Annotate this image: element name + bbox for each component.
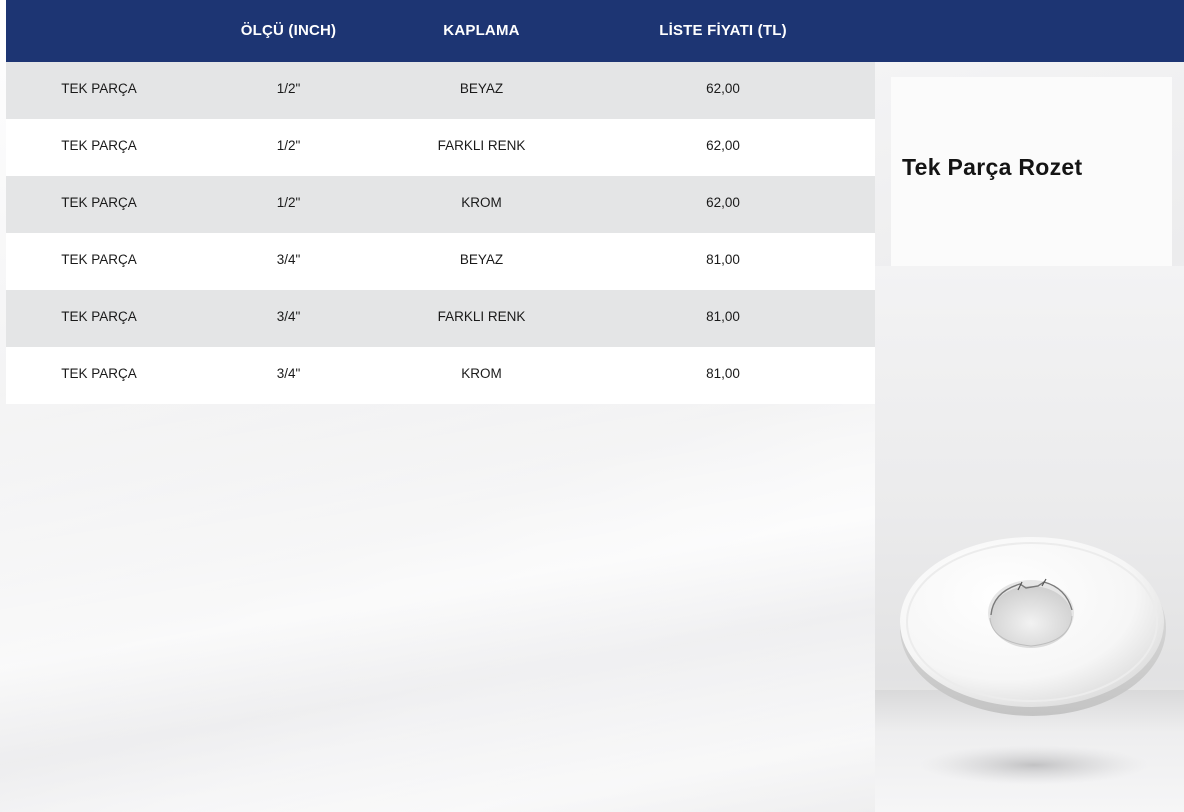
cell-size: 3/4" [276,366,301,381]
header-cell-type [6,0,192,62]
header-cell-size: ÖLÇÜ (INCH) [240,22,337,39]
cell-coating: BEYAZ [459,252,504,267]
cell-type: TEK PARÇA [61,195,137,210]
cell-coating: BEYAZ [459,81,504,96]
cell-type: TEK PARÇA [61,81,137,96]
product-title: Tek Parça Rozet [902,154,1083,180]
cell-type: TEK PARÇA [61,366,137,381]
cell-price: 81,00 [706,309,740,324]
cell-price: 81,00 [706,366,740,381]
cell-size: 3/4" [276,309,301,324]
cell-type: TEK PARÇA [61,138,137,153]
table-header: ÖLÇÜ (INCH) KAPLAMA LİSTE FİYATI (TL) [6,0,1184,62]
cell-size: 3/4" [276,252,301,267]
cell-size: 1/2" [276,195,301,210]
cell-type: TEK PARÇA [61,252,137,267]
cell-coating: FARKLI RENK [437,138,526,153]
table-row: TEK PARÇA 1/2" BEYAZ 62,00 [6,62,875,119]
header-cell-coating: KAPLAMA [443,22,520,39]
header-cell-price: LİSTE FİYATI (TL) [659,22,787,39]
cell-coating: FARKLI RENK [437,309,526,324]
table-row: TEK PARÇA 3/4" BEYAZ 81,00 [6,233,875,290]
cell-type: TEK PARÇA [61,309,137,324]
cell-price: 62,00 [706,195,740,210]
cell-price: 81,00 [706,252,740,267]
product-card: Tek Parça Rozet [891,77,1172,266]
cell-coating: KROM [461,195,502,210]
table-row: TEK PARÇA 3/4" KROM 81,00 [6,347,875,404]
cell-price: 62,00 [706,81,740,96]
cell-size: 1/2" [276,81,301,96]
price-table: TEK PARÇA 1/2" BEYAZ 62,00 TEK PARÇA 1/2… [6,62,875,404]
cell-size: 1/2" [276,138,301,153]
cell-coating: KROM [461,366,502,381]
rosette-image [890,530,1176,800]
cell-price: 62,00 [706,138,740,153]
table-row: TEK PARÇA 1/2" KROM 62,00 [6,176,875,233]
table-row: TEK PARÇA 3/4" FARKLI RENK 81,00 [6,290,875,347]
table-row: TEK PARÇA 1/2" FARKLI RENK 62,00 [6,119,875,176]
